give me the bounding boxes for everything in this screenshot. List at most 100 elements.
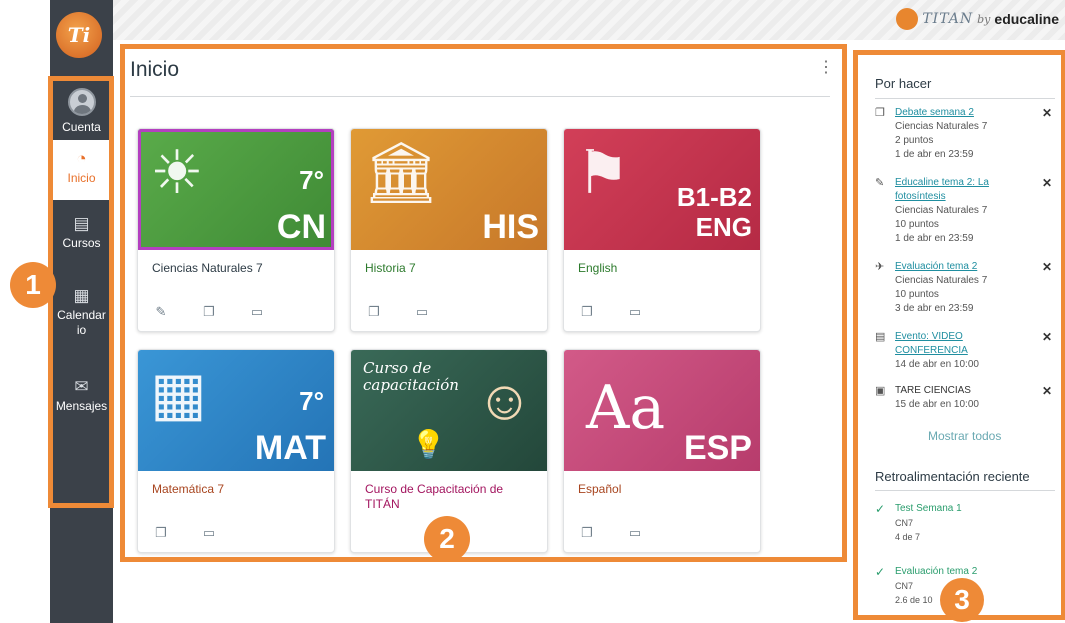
discussions-icon[interactable]: ❐ (578, 525, 596, 541)
nav-item-inicio[interactable]: ◔ Inicio (50, 140, 113, 200)
course-card-image[interactable]: 🏛 HIS (351, 129, 547, 250)
course-card-espanol[interactable]: Aa ESP Español ❐ ▭ (563, 349, 761, 553)
sun-leaf-icon: ☀ (150, 139, 204, 206)
course-code: CN (276, 208, 326, 246)
book-icon: ▤ (73, 214, 90, 233)
brand-mark-icon (896, 8, 919, 30)
teacher-icon: ☺ (475, 368, 533, 431)
files-icon[interactable]: ▭ (200, 525, 218, 541)
lightbulb-icon: 💡 (411, 429, 446, 460)
course-card-ciencias[interactable]: ☀ 7° CN Ciencias Naturales 7 ✎ ❐ ▭ (137, 128, 335, 332)
check-icon: ✓ (875, 565, 886, 579)
todo-due: 14 de abr en 10:00 (895, 359, 979, 370)
nav-item-mensajes[interactable]: ✉ Mensajes (50, 378, 113, 428)
course-code: HIS (482, 208, 539, 246)
nav-item-cuenta[interactable]: Cuenta (50, 88, 113, 138)
todo-title-link[interactable]: Educaline tema 2: La fotosíntesis (895, 176, 1035, 204)
divider (875, 98, 1055, 99)
feedback-heading: Retroalimentación reciente (875, 469, 1030, 484)
files-icon[interactable]: ▭ (626, 525, 644, 541)
course-grade: 7° (299, 386, 324, 416)
discussions-icon[interactable]: ❐ (200, 304, 218, 320)
todo-item: ▤ Evento: VIDEO CONFERENCIA 14 de abr en… (875, 330, 1060, 372)
files-icon[interactable]: ▭ (626, 304, 644, 320)
course-title[interactable]: Curso de Capacitación de TITÁN (365, 482, 540, 512)
show-all-link[interactable]: Mostrar todos (928, 429, 1001, 443)
more-options-icon[interactable]: ⋮ (818, 60, 834, 76)
todo-points: 2 puntos (895, 135, 934, 146)
feedback-score: 4 de 7 (895, 532, 921, 542)
todo-course: Ciencias Naturales 7 (895, 121, 988, 132)
nav-item-calendario[interactable]: ▦ Calendar io (50, 287, 113, 351)
course-card-matematica[interactable]: ▦ 7° MAT Matemática 7 ❐ ▭ (137, 349, 335, 553)
feedback-title[interactable]: Evaluación tema 2 (895, 565, 1055, 579)
divider (130, 96, 830, 97)
page: TITAN by educaline Ti Cuenta ◔ Inicio ▤ … (0, 0, 1065, 623)
todo-due: 1 de abr en 23:59 (895, 233, 974, 244)
todo-title-link[interactable]: Debate semana 2 (895, 106, 1035, 120)
page-title: Inicio (130, 58, 180, 81)
course-title[interactable]: Historia 7 (365, 261, 540, 276)
todo-title[interactable]: TARE CIENCIAS (895, 384, 1035, 398)
feedback-title[interactable]: Test Semana 1 (895, 502, 1055, 516)
dashboard-icon: ◔ (76, 149, 87, 168)
todo-heading: Por hacer (875, 76, 932, 91)
course-card-historia[interactable]: 🏛 HIS Historia 7 ❐ ▭ (350, 128, 548, 332)
course-grade: 7° (299, 165, 324, 195)
app-logo[interactable]: Ti (56, 12, 102, 58)
feedback-course: CN7 (895, 518, 914, 528)
brand-titan-text: TITAN (922, 11, 974, 27)
brand-name: educaline (994, 11, 1059, 27)
chalkboard-text: Curso de capacitación (363, 359, 459, 394)
top-banner: TITAN by educaline (113, 0, 1065, 40)
todo-item: ▣ TARE CIENCIAS 15 de abr en 10:00 ✕ (875, 384, 1060, 412)
flags-icon: ⚑ (576, 139, 630, 206)
discussions-icon[interactable]: ❐ (578, 304, 596, 320)
brand-logo: TITAN by educaline (896, 8, 1059, 30)
nav-label: Calendar io (57, 308, 106, 337)
dismiss-icon[interactable]: ✕ (1042, 260, 1052, 274)
event-icon: ▤ (875, 331, 886, 343)
todo-item: ❐ Debate semana 2 Ciencias Naturales 7 2… (875, 106, 1060, 162)
todo-due: 3 de abr en 23:59 (895, 303, 974, 314)
course-card-english[interactable]: ⚑ B1-B2 ENG English ❐ ▭ (563, 128, 761, 332)
todo-course: Ciencias Naturales 7 (895, 275, 988, 286)
todo-course: Ciencias Naturales 7 (895, 205, 988, 216)
course-card-image[interactable]: ▦ 7° MAT (138, 350, 334, 471)
discussions-icon[interactable]: ❐ (152, 525, 170, 541)
todo-due: 15 de abr en 10:00 (895, 399, 979, 410)
calculator-icon: ▦ (150, 360, 207, 427)
course-code: MAT (254, 429, 326, 467)
divider (875, 490, 1055, 491)
brand-by-text: by (977, 12, 991, 26)
todo-title-link[interactable]: Evaluación tema 2 (895, 260, 1035, 274)
todo-item: ✈ Evaluación tema 2 Ciencias Naturales 7… (875, 260, 1060, 316)
check-icon: ✓ (875, 502, 886, 516)
dismiss-icon[interactable]: ✕ (1042, 176, 1052, 190)
course-code: B1-B2 ENG (676, 182, 752, 242)
course-card-image[interactable]: ☀ 7° CN (138, 129, 334, 250)
course-card-actions: ❐ ▭ (365, 304, 431, 320)
discussion-icon: ❐ (875, 107, 885, 119)
course-title[interactable]: English (578, 261, 753, 276)
dismiss-icon[interactable]: ✕ (1042, 384, 1052, 398)
discussions-icon[interactable]: ❐ (365, 304, 383, 320)
dismiss-icon[interactable]: ✕ (1042, 330, 1052, 344)
course-title[interactable]: Español (578, 482, 753, 497)
course-card-actions: ❐ ▭ (578, 304, 644, 320)
course-title[interactable]: Matemática 7 (152, 482, 327, 497)
files-icon[interactable]: ▭ (248, 304, 266, 320)
course-card-image[interactable]: Curso de capacitación ☺ 💡 (351, 350, 547, 471)
nav-item-cursos[interactable]: ▤ Cursos (50, 215, 113, 265)
course-card-image[interactable]: ⚑ B1-B2 ENG (564, 129, 760, 250)
course-card-image[interactable]: Aa ESP (564, 350, 760, 471)
todo-due: 1 de abr en 23:59 (895, 149, 974, 160)
course-title[interactable]: Ciencias Naturales 7 (152, 261, 327, 276)
dismiss-icon[interactable]: ✕ (1042, 106, 1052, 120)
todo-points: 10 puntos (895, 289, 939, 300)
assignments-icon[interactable]: ✎ (152, 304, 170, 320)
feedback-item[interactable]: ✓ Test Semana 1 CN7 4 de 7 (875, 502, 1055, 544)
todo-title-link[interactable]: Evento: VIDEO CONFERENCIA (895, 330, 1035, 358)
callout-badge-1: 1 (10, 262, 56, 308)
files-icon[interactable]: ▭ (413, 304, 431, 320)
